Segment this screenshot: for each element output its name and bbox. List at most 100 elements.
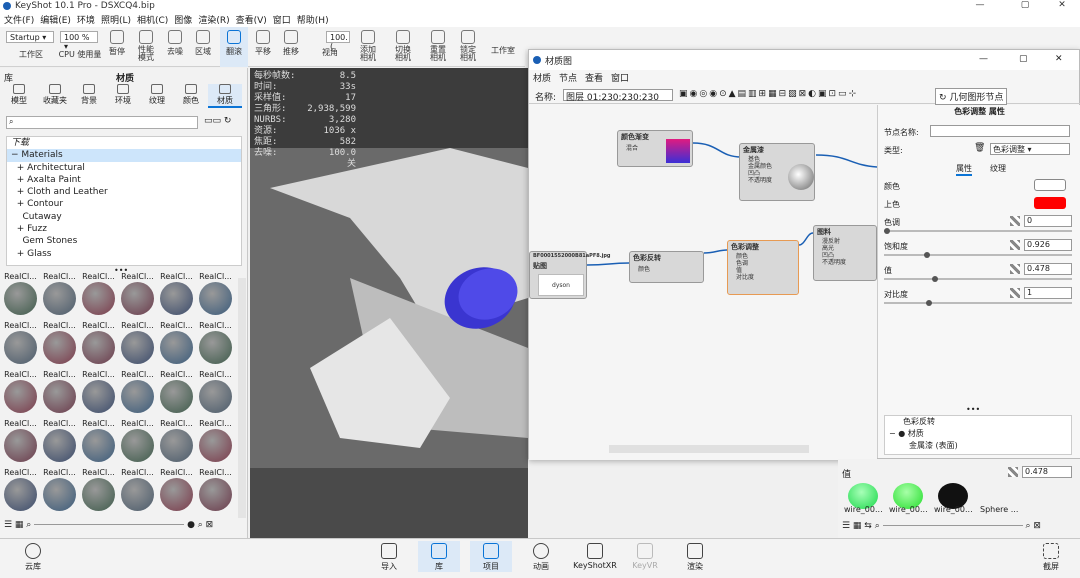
graph-tool-icons[interactable]: ▣◉◎◉⊙▲▤▥⊞▦⊟▧⊠◐▣⊡▭⊹ [679, 89, 858, 99]
region-button[interactable]: 区域 [190, 27, 216, 67]
lock-camera-button[interactable]: 锁定 相机 [454, 27, 482, 67]
pause-button[interactable]: 暂停 [104, 27, 130, 67]
cpu-zoom-combo[interactable]: 100 % ▾ [60, 31, 98, 51]
node-canvas[interactable]: 颜色渐变 混合 金属漆 基色 金属颜色 凹凸 不透明度 BF0001552000B81… [529, 105, 877, 460]
material-thumbnail[interactable]: RealCl... [2, 370, 39, 413]
mg-menu-material[interactable]: 材质 [533, 71, 551, 84]
material-thumbnail[interactable]: RealCl... [80, 272, 117, 315]
perspective-button[interactable]: 视角 [310, 47, 350, 67]
mg-menu-view[interactable]: 查看 [585, 71, 603, 84]
thumb-size-slider[interactable]: ☰ ▦ ⌕ ● ⌕ ⊠ [4, 520, 244, 534]
tab-textures[interactable]: 纹理 [140, 84, 174, 106]
value-field[interactable]: 0.478 [1024, 263, 1072, 275]
tree-item-cutaway[interactable]: Cutaway [7, 211, 241, 223]
add-camera-button[interactable]: 添加 相机 [354, 27, 382, 67]
mg-close-button[interactable]: ✕ [1055, 54, 1063, 64]
tab-favorites[interactable]: 收藏夹 [38, 84, 72, 106]
node-metal-paint[interactable]: 金属漆 基色 金属颜色 凹凸 不透明度 [739, 143, 815, 201]
material-thumbnail[interactable]: RealCl... [2, 272, 39, 315]
pan-button[interactable]: 平移 [250, 27, 276, 67]
menu-environment[interactable]: 环境 [77, 13, 95, 26]
node-color-gradient[interactable]: 颜色渐变 混合 [617, 130, 693, 167]
material-thumbnail[interactable]: RealCl... [158, 272, 195, 315]
material-thumbnail[interactable]: RealCl... [119, 419, 156, 462]
tree-item-cloth[interactable]: + Cloth and Leather [7, 186, 241, 198]
cloud-library-button[interactable]: 云库 [12, 541, 54, 572]
material-thumbnail[interactable]: RealCl... [197, 272, 234, 315]
material-thumbnail[interactable]: RealCl... [158, 321, 195, 364]
close-button[interactable]: ✕ [1042, 0, 1080, 12]
reset-camera-button[interactable]: 重置 相机 [424, 27, 452, 67]
library-search-input[interactable]: ⌕ [6, 116, 198, 129]
keyshotxr-button[interactable]: KeyShotXR [572, 541, 618, 570]
material-thumbnail[interactable]: RealCl... [197, 370, 234, 413]
mg-menu-node[interactable]: 节点 [559, 71, 577, 84]
dolly-button[interactable]: 推移 [278, 27, 304, 67]
geometry-node-button[interactable]: ↻ 几何图形节点 [935, 88, 1008, 105]
tree-color-invert[interactable]: 色彩反转 [885, 416, 1071, 428]
keyvr-button[interactable]: KeyVR [624, 541, 666, 570]
value-slider[interactable] [884, 276, 1072, 282]
menu-window[interactable]: 窗口 [273, 13, 291, 26]
hue-texture-icon[interactable] [1010, 216, 1020, 226]
animation-button[interactable]: 动画 [520, 541, 562, 572]
menu-file[interactable]: 文件(F) [4, 13, 34, 26]
material-thumbnail[interactable]: RealCl... [119, 272, 156, 315]
value-lower-field[interactable]: 0.478 [1022, 466, 1072, 478]
tab-textures-props[interactable]: 纹理 [990, 163, 1006, 174]
saturation-field[interactable]: 0.926 [1024, 239, 1072, 251]
material-thumbnail[interactable]: RealCl... [197, 321, 234, 364]
material-thumbnail[interactable]: RealCl... [41, 468, 78, 511]
project-button[interactable]: 项目 [470, 541, 512, 572]
studio-button[interactable]: 工作室 [486, 45, 520, 65]
library-button[interactable]: 库 [418, 541, 460, 572]
screenshot-button[interactable]: 截屏 [1030, 541, 1072, 572]
workspace-button[interactable]: 工作区 [14, 49, 48, 65]
material-thumbnail[interactable]: RealCl... [41, 419, 78, 462]
mg-minimize-button[interactable]: — [979, 54, 988, 64]
node-color-adjust[interactable]: 色彩调整 颜色 色调值对比度 [727, 240, 799, 295]
value-lower-texture-icon[interactable] [1008, 467, 1018, 477]
render-viewport[interactable]: 每秒帧数: 时间: 采样值: 三角形: NURBS: 资源: 焦距: 去噪: 8.5 33s 17… [250, 68, 528, 538]
menu-view[interactable]: 查看(V) [236, 13, 267, 26]
tab-backplates[interactable]: 背景 [72, 84, 106, 106]
tree-item-gem-stones[interactable]: Gem Stones [7, 235, 241, 247]
material-thumbnail[interactable]: RealCl... [2, 321, 39, 364]
render-button[interactable]: 渲染 [674, 541, 716, 572]
menu-render[interactable]: 渲染(R) [198, 13, 229, 26]
material-thumbnail[interactable]: RealCl... [41, 272, 78, 315]
swatch-size-slider[interactable]: ☰ ▦ ⇆ ⌕ ⌕ ⊠ [842, 521, 1078, 531]
saturation-slider[interactable] [884, 252, 1072, 258]
material-thumbnail[interactable]: RealCl... [80, 419, 117, 462]
material-thumbnail[interactable]: RealCl... [119, 370, 156, 413]
name-field[interactable]: 图层 01:230:230:230 [563, 89, 673, 103]
tree-item-axalta[interactable]: + Axalta Paint [7, 174, 241, 186]
minimize-button[interactable]: — [960, 0, 1000, 12]
material-thumbnail[interactable]: RealCl... [158, 370, 195, 413]
tree-item-materials[interactable]: − Materials [7, 149, 241, 162]
tab-colors[interactable]: 颜色 [174, 84, 208, 106]
value-texture-icon[interactable] [1010, 264, 1020, 274]
tree-item-fuzz[interactable]: + Fuzz [7, 223, 241, 235]
material-thumbnail[interactable]: RealCl... [2, 419, 39, 462]
tree-item-architectural[interactable]: + Architectural [7, 162, 241, 174]
node-color-invert[interactable]: 色彩反转 颜色 [629, 251, 704, 283]
performance-mode-button[interactable]: 性能 模式 [132, 27, 160, 67]
material-thumbnail[interactable]: RealCl... [80, 468, 117, 511]
tree-item-download[interactable]: 下载 [7, 137, 241, 149]
contrast-slider[interactable] [884, 300, 1072, 306]
contrast-texture-icon[interactable] [1010, 288, 1020, 298]
tab-materials[interactable]: 材质 [208, 84, 242, 108]
tab-attributes[interactable]: 属性 [956, 163, 972, 176]
mg-menu-window[interactable]: 窗口 [611, 71, 629, 84]
trash-icon[interactable]: 🗑 [974, 143, 985, 153]
node-paint[interactable]: 图料 漫反射 高光 凹凸 不透明度 [813, 225, 877, 281]
saturation-texture-icon[interactable] [1010, 240, 1020, 250]
tumble-button[interactable]: 翻滚 [220, 27, 248, 67]
import-button[interactable]: 导入 [368, 541, 410, 572]
material-thumbnail[interactable]: RealCl... [80, 370, 117, 413]
menu-help[interactable]: 帮助(H) [297, 13, 329, 26]
tint-swatch[interactable] [1034, 197, 1066, 209]
hue-slider[interactable] [884, 228, 1072, 234]
material-thumbnail[interactable]: RealCl... [119, 468, 156, 511]
